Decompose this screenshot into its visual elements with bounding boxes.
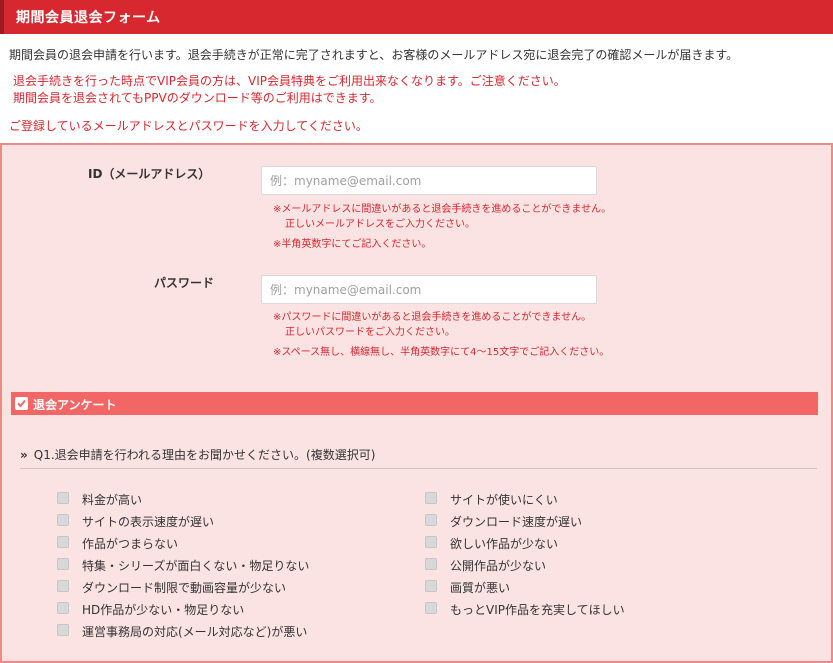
question-1: » Q1.退会申請を行われる理由をお聞かせください。(複数選択可) — [20, 446, 375, 463]
password-note-1: ※パスワードに間違いがあると退会手続きを進めることができません。 — [273, 312, 592, 323]
vip-notice-line-2: 期間会員を退会されてもPPVのダウンロード等のご利用はできます。 — [13, 91, 382, 105]
checkbox[interactable] — [57, 514, 69, 526]
id-note-1: ※メールアドレスに間違いがあると退会手続きを進めることができません。 — [273, 204, 612, 215]
checkbox[interactable] — [57, 536, 69, 548]
checkbox[interactable] — [57, 492, 69, 504]
id-note-1b: 正しいメールアドレスをご入力ください。 — [285, 219, 475, 230]
vip-notice-line-1: 退会手続きを行った時点でVIP会員の方は、VIP会員特典をご利用出来なくなります… — [13, 74, 566, 88]
checkbox[interactable] — [57, 580, 69, 592]
checkbox[interactable] — [425, 602, 437, 614]
checkbox[interactable] — [425, 558, 437, 570]
question-1-label: Q1.退会申請を行われる理由をお聞かせください。(複数選択可) — [33, 448, 376, 462]
checkbox[interactable] — [425, 536, 437, 548]
page-header: 期間会員退会フォーム — [0, 0, 833, 34]
id-field-label: ID（メールアドレス） — [88, 167, 211, 181]
checkbox[interactable] — [425, 492, 437, 504]
chevron-right-icon: » — [20, 448, 28, 462]
password-note-1b: 正しいパスワードをご入力ください。 — [285, 327, 455, 338]
checkbox[interactable] — [57, 602, 69, 614]
vip-notice: 退会手続きを行った時点でVIP会員の方は、VIP会員特典をご利用出来なくなります… — [13, 73, 566, 107]
page-title: 期間会員退会フォーム — [16, 10, 161, 26]
password-field[interactable] — [261, 275, 597, 304]
id-field-notes: ※メールアドレスに間違いがあると退会手続きを進めることができません。 正しいメー… — [273, 202, 611, 252]
id-note-2: ※半角英数字にてご記入ください。 — [273, 239, 432, 250]
question-divider — [20, 468, 817, 469]
intro-text: 期間会員の退会申請を行います。退会手続きが正常に完了されますと、お客様のメールア… — [9, 48, 739, 62]
checkbox[interactable] — [57, 624, 69, 636]
survey-title: 退会アンケート — [33, 398, 117, 412]
survey-section-header: 退会アンケート — [11, 392, 818, 415]
checkbox[interactable] — [425, 580, 437, 592]
checkbox-icon — [15, 397, 28, 410]
email-field[interactable] — [261, 166, 597, 195]
password-field-label: パスワード — [154, 276, 215, 290]
password-field-notes: ※パスワードに間違いがあると退会手続きを進めることができません。 正しいパスワー… — [273, 310, 609, 360]
login-instruction: ご登録しているメールアドレスとパスワードを入力してください。 — [9, 119, 368, 133]
checkbox[interactable] — [425, 514, 437, 526]
checkbox[interactable] — [57, 558, 69, 570]
password-note-2: ※スペース無し、横線無し、半角英数字にて4～15文字でご記入ください。 — [273, 347, 610, 358]
